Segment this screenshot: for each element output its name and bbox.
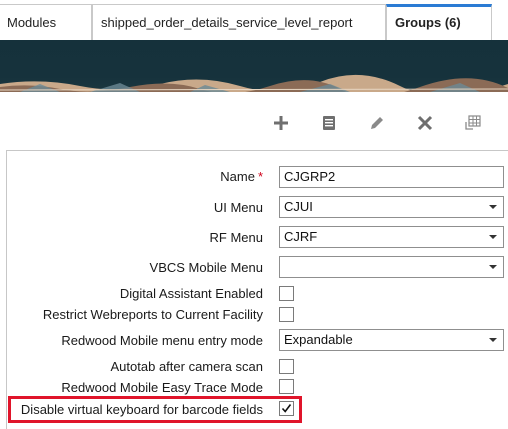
redwood-entry-mode-select[interactable]: Expandable [279, 329, 504, 351]
required-marker: * [257, 169, 263, 184]
vbcs-menu-select[interactable] [279, 256, 504, 278]
delete-button[interactable] [412, 110, 438, 136]
name-label: Name * [220, 169, 263, 184]
rf-menu-value: CJRF [284, 229, 318, 244]
rf-menu-label: RF Menu [209, 230, 263, 245]
tab-modules[interactable]: Modules [0, 4, 92, 40]
rf-menu-select[interactable]: CJRF [279, 226, 504, 248]
chevron-down-icon[interactable] [483, 197, 503, 217]
redwood-entry-mode-value: Expandable [284, 332, 353, 347]
tab-gap [496, 4, 508, 40]
name-value: CJGRP2 [284, 169, 336, 184]
tab-groups[interactable]: Groups (6) [386, 4, 492, 40]
chevron-down-icon[interactable] [483, 330, 503, 350]
redwood-entry-mode-label: Redwood Mobile menu entry mode [61, 333, 263, 348]
x-icon [417, 115, 433, 131]
highlight-annotation [8, 396, 302, 423]
ui-menu-value: CJUI [284, 199, 313, 214]
ui-menu-label: UI Menu [213, 200, 263, 215]
chevron-down-icon[interactable] [483, 257, 503, 277]
document-icon [323, 116, 335, 130]
plus-icon [274, 116, 288, 130]
pencil-icon [371, 117, 383, 129]
easy-trace-label: Redwood Mobile Easy Trace Mode [61, 380, 263, 395]
restrict-webreports-label: Restrict Webreports to Current Facility [42, 307, 263, 322]
tab-strip: Modules shipped_order_details_service_le… [0, 0, 508, 40]
chevron-down-icon[interactable] [483, 227, 503, 247]
vbcs-menu-label: VBCS Mobile Menu [149, 260, 263, 275]
ui-menu-select[interactable]: CJUI [279, 196, 504, 218]
name-label-text: Name [220, 169, 255, 184]
tab-label: Modules [7, 15, 57, 30]
easy-trace-checkbox[interactable] [279, 379, 294, 394]
edit-button[interactable] [364, 110, 390, 136]
banner-pattern [0, 74, 508, 92]
tab-label: Groups (6) [395, 15, 461, 30]
toolbar [0, 92, 508, 152]
digital-assistant-checkbox[interactable] [279, 286, 294, 301]
add-button[interactable] [268, 110, 294, 136]
name-input[interactable]: CJGRP2 [279, 166, 504, 188]
digital-assistant-label: Digital Assistant Enabled [119, 286, 263, 301]
autotab-label: Autotab after camera scan [110, 359, 263, 374]
details-button[interactable] [316, 110, 342, 136]
restrict-webreports-checkbox[interactable] [279, 307, 294, 322]
grid-icon [465, 115, 481, 130]
autotab-checkbox[interactable] [279, 359, 294, 374]
tab-shipped-order-report[interactable]: shipped_order_details_service_level_repo… [92, 4, 386, 40]
header-banner [0, 40, 508, 92]
grid-button[interactable] [460, 110, 486, 136]
tab-label: shipped_order_details_service_level_repo… [101, 15, 353, 30]
